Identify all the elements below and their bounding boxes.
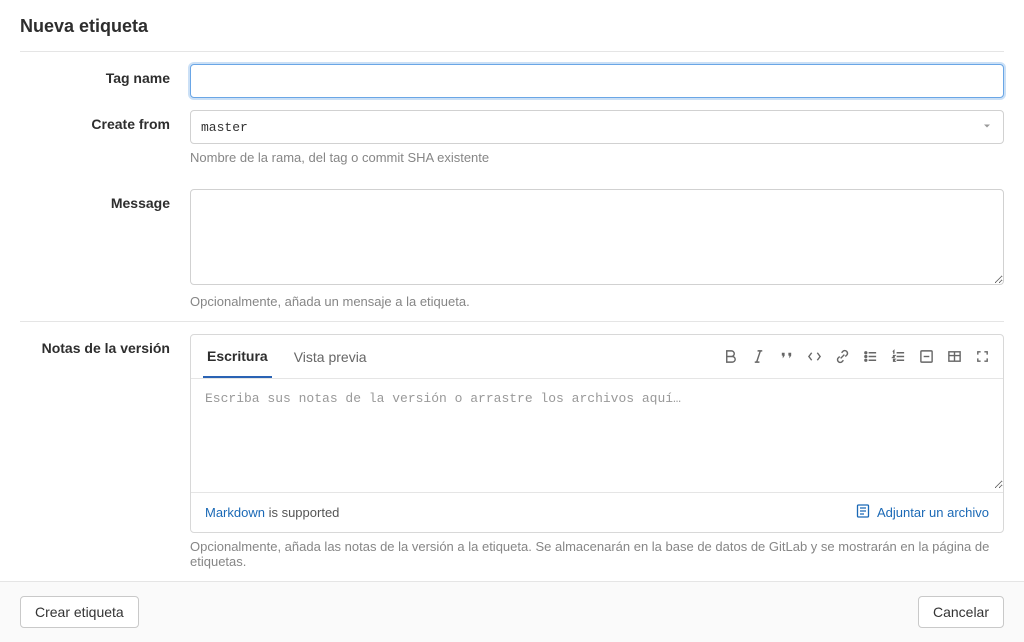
- page-title: Nueva etiqueta: [20, 10, 1004, 51]
- message-textarea[interactable]: [190, 189, 1004, 285]
- release-notes-help: Opcionalmente, añada las notas de la ver…: [190, 539, 1004, 569]
- editor-toolbar: [721, 348, 991, 366]
- quote-icon[interactable]: [777, 348, 795, 366]
- label-message: Message: [20, 189, 190, 211]
- task-list-icon[interactable]: [917, 348, 935, 366]
- list-numbered-icon[interactable]: [889, 348, 907, 366]
- actions-bar: Crear etiqueta Cancelar: [0, 581, 1024, 642]
- release-notes-textarea[interactable]: [191, 379, 1003, 489]
- message-help: Opcionalmente, añada un mensaje a la eti…: [190, 294, 1004, 309]
- link-icon[interactable]: [833, 348, 851, 366]
- list-bulleted-icon[interactable]: [861, 348, 879, 366]
- release-notes-editor: Escritura Vista previa: [190, 334, 1004, 533]
- label-create-from: Create from: [20, 110, 190, 132]
- attach-file-icon: [855, 503, 871, 522]
- attach-file-label: Adjuntar un archivo: [877, 505, 989, 520]
- bold-icon[interactable]: [721, 348, 739, 366]
- tag-name-input[interactable]: [190, 64, 1004, 98]
- create-from-value: master: [201, 120, 248, 135]
- row-release-notes: Notas de la versión Escritura Vista prev…: [20, 322, 1004, 581]
- row-create-from: Create from master Nombre de la rama, de…: [20, 110, 1004, 177]
- row-message: Message Opcionalmente, añada un mensaje …: [20, 177, 1004, 321]
- attach-file-button[interactable]: Adjuntar un archivo: [855, 503, 989, 522]
- row-tag-name: Tag name: [20, 52, 1004, 110]
- create-from-select[interactable]: master: [190, 110, 1004, 144]
- fullscreen-icon[interactable]: [973, 348, 991, 366]
- tab-preview[interactable]: Vista previa: [290, 337, 371, 377]
- markdown-supported-text: is supported: [265, 505, 339, 520]
- create-from-help: Nombre de la rama, del tag o commit SHA …: [190, 150, 1004, 165]
- label-release-notes: Notas de la versión: [20, 334, 190, 356]
- italic-icon[interactable]: [749, 348, 767, 366]
- code-icon[interactable]: [805, 348, 823, 366]
- markdown-support-text: Markdown is supported: [205, 505, 339, 520]
- label-tag-name: Tag name: [20, 64, 190, 86]
- tab-write[interactable]: Escritura: [203, 336, 272, 378]
- cancel-button[interactable]: Cancelar: [918, 596, 1004, 628]
- table-icon[interactable]: [945, 348, 963, 366]
- create-tag-button[interactable]: Crear etiqueta: [20, 596, 139, 628]
- markdown-link[interactable]: Markdown: [205, 505, 265, 520]
- chevron-down-icon: [981, 119, 993, 135]
